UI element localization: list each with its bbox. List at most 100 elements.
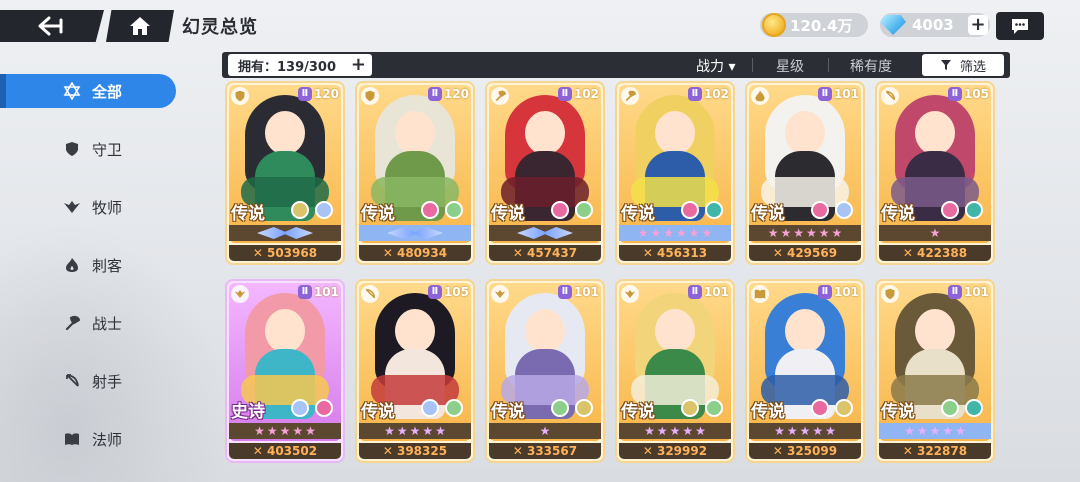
expand-capacity-button[interactable]: + [351, 55, 366, 75]
element-icon [315, 399, 333, 417]
hero-card[interactable]: Ⅱ 101 传说 ★ ★ ★ ★ ★ ✕ 325099 [745, 279, 865, 463]
star-icon: ★ [676, 226, 687, 240]
hero-level: Ⅱ 101 [557, 284, 599, 300]
power-value: ✕ 329992 [619, 443, 731, 459]
power-number: 325099 [786, 444, 838, 458]
level-rank-icon: Ⅱ [297, 285, 312, 299]
sidebar-item-mage[interactable]: 法师 [0, 422, 176, 456]
wings-icon [621, 285, 639, 303]
hero-card[interactable]: Ⅱ 120 传说 ✕ 503968 [225, 81, 345, 265]
level-rank-icon: Ⅱ [557, 87, 572, 101]
gold-currency[interactable]: 120.4万 [760, 13, 868, 37]
star-icon: ★ [955, 424, 966, 438]
hero-card[interactable]: Ⅱ 101 传说 ★ ★ ★ ★ ★ ✕ 322878 [875, 279, 995, 463]
power-value: ✕ 480934 [359, 245, 471, 261]
sidebar-item-label: 战士 [92, 314, 123, 333]
hero-card[interactable]: Ⅱ 105 传说 ★ ✕ 422388 [875, 81, 995, 265]
sort-by-star[interactable]: 星级 [776, 56, 804, 76]
hero-card[interactable]: Ⅱ 101 传说 ★ ✕ 333567 [485, 279, 605, 463]
hero-level: Ⅱ 102 [687, 86, 729, 102]
rarity-label: 传说 [751, 402, 785, 422]
star-rating: ★ ★ ★ ★ ★ [229, 423, 341, 439]
gem-amount: 4003 [912, 16, 954, 34]
star-icon: ★ [695, 424, 706, 438]
sort-by-rarity[interactable]: 稀有度 [850, 56, 892, 76]
hexagram-icon [62, 81, 82, 101]
sort-by-power[interactable]: 战力 ▾ [696, 56, 735, 76]
hero-level: Ⅱ 101 [817, 86, 859, 102]
swords-icon: ✕ [772, 444, 783, 458]
level-value: 101 [833, 87, 859, 101]
add-gems-button[interactable]: + [968, 15, 988, 35]
star-icon: ★ [644, 424, 655, 438]
hero-level: Ⅱ 120 [297, 86, 339, 102]
star-icon: ★ [942, 424, 954, 438]
swords-icon: ✕ [252, 444, 263, 458]
sidebar-item-warrior[interactable]: 战士 [0, 306, 176, 340]
sidebar-item-priest[interactable]: 牧师 [0, 190, 176, 224]
hero-card[interactable]: Ⅱ 101 传说 ★ ★ ★ ★ ★ ✕ 329992 [615, 279, 735, 463]
element-icon [551, 201, 569, 219]
back-button[interactable] [0, 10, 104, 42]
star-icon: ★ [682, 424, 694, 438]
hero-card[interactable]: Ⅱ 105 传说 ★ ★ ★ ★ ★ ✕ 398325 [355, 279, 475, 463]
power-value: ✕ 503968 [229, 245, 341, 261]
star-rating: ★ ★ ★ ★ ★ [619, 423, 731, 439]
power-value: ✕ 325099 [749, 443, 861, 459]
awaken-wing-icon [257, 227, 313, 239]
star-icon: ★ [904, 424, 915, 438]
home-button[interactable] [106, 10, 174, 42]
portrait-face [525, 309, 565, 353]
rarity-label: 传说 [491, 204, 525, 224]
level-value: 120 [313, 87, 339, 101]
filter-button[interactable]: 筛选 [922, 54, 1004, 76]
element-icon [445, 399, 463, 417]
element-icon [705, 201, 723, 219]
swords-icon: ✕ [512, 246, 523, 260]
level-value: 101 [313, 285, 339, 299]
rarity-label: 传说 [621, 402, 655, 422]
star-rating: ★ ★ ★ ★ ★ ★ [749, 225, 861, 241]
element-icon [941, 201, 959, 219]
star-icon: ★ [266, 424, 278, 438]
level-rank-icon: Ⅱ [687, 285, 702, 299]
sidebar-item-assassin[interactable]: 刺客 [0, 248, 176, 282]
power-value: ✕ 456313 [619, 245, 731, 261]
element-icon [421, 201, 439, 219]
power-number: 322878 [916, 444, 968, 458]
sidebar-item-label: 法师 [92, 430, 123, 449]
sidebar-item-label: 刺客 [92, 256, 123, 275]
star-rating: ★ ★ ★ ★ ★ [359, 423, 471, 439]
star-icon: ★ [793, 226, 804, 240]
shield-icon [231, 87, 249, 105]
sidebar-item-label: 射手 [92, 372, 123, 391]
swords-icon: ✕ [902, 444, 913, 458]
hero-card[interactable]: Ⅱ 101 传说 ★ ★ ★ ★ ★ ★ ✕ 429569 [745, 81, 865, 265]
star-icon: ★ [780, 226, 792, 240]
level-value: 101 [573, 285, 599, 299]
power-number: 403502 [266, 444, 318, 458]
bow-icon [361, 285, 379, 303]
star-icon: ★ [929, 226, 941, 240]
element-icon [681, 201, 699, 219]
level-rank-icon: Ⅱ [427, 87, 442, 101]
hero-level: Ⅱ 105 [427, 284, 469, 300]
element-icon [551, 399, 569, 417]
hero-card[interactable]: Ⅱ 102 传说 ✕ 457437 [485, 81, 605, 265]
chat-button[interactable] [996, 12, 1044, 40]
hero-level: Ⅱ 101 [817, 284, 859, 300]
sidebar-item-all[interactable]: 全部 [0, 74, 176, 108]
portrait-face [265, 309, 305, 353]
element-icon [811, 399, 829, 417]
hero-card[interactable]: Ⅱ 101 史诗 ★ ★ ★ ★ ★ ✕ 403502 [225, 279, 345, 463]
element-icon [421, 399, 439, 417]
level-value: 105 [963, 87, 989, 101]
sidebar-item-archer[interactable]: 射手 [0, 364, 176, 398]
swords-icon: ✕ [252, 246, 263, 260]
book-icon [751, 285, 769, 303]
sidebar-item-guardian[interactable]: 守卫 [0, 132, 176, 166]
hero-card[interactable]: Ⅱ 102 传说 ★ ★ ★ ★ ★ ★ ✕ 456313 [615, 81, 735, 265]
shield-icon [62, 139, 82, 159]
hero-card[interactable]: Ⅱ 120 传说 ✕ 480934 [355, 81, 475, 265]
element-icon [445, 201, 463, 219]
